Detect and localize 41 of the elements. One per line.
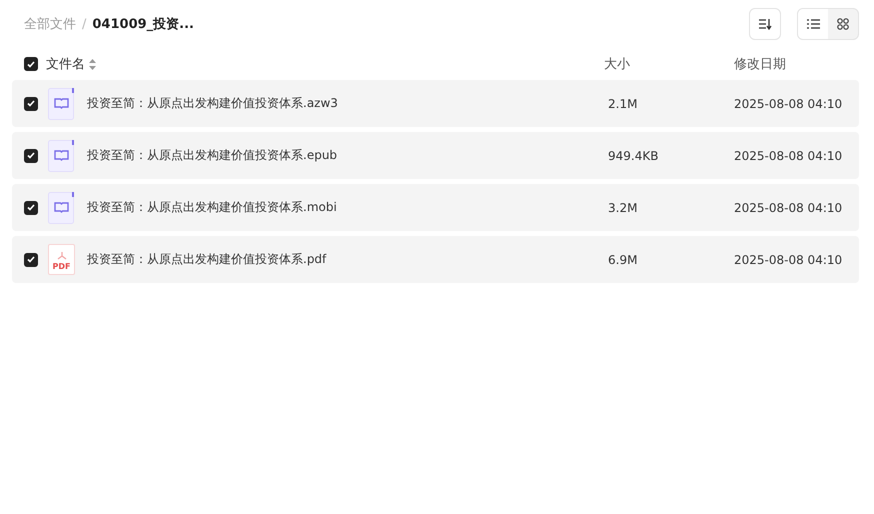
check-icon	[27, 100, 35, 107]
row-checkbox[interactable]	[24, 96, 38, 110]
list-icon	[806, 19, 820, 29]
ebook-file-icon	[48, 88, 75, 120]
file-row[interactable]: PDF 投资至简：从原点出发构建价值投资体系.pdf 6.9M 2025-08-08 04:10	[12, 236, 859, 283]
grid-icon	[837, 18, 849, 30]
list-view-button[interactable]	[798, 9, 828, 39]
modified-date: 2025-08-08 04:10	[734, 252, 844, 266]
file-size: 3.2M	[608, 200, 638, 214]
file-size: 949.4KB	[608, 148, 660, 162]
sort-button[interactable]	[749, 8, 781, 40]
pdf-file-icon: PDF	[48, 244, 75, 275]
column-header[interactable]: 文件名	[46, 55, 85, 73]
modified-date: 2025-08-08 04:10	[734, 96, 844, 110]
sort-icon[interactable]	[89, 58, 96, 70]
row-checkbox[interactable]	[24, 252, 38, 266]
file-row[interactable]: 投资至简：从原点出发构建价值投资体系.azw3 2.1M 2025-08-08 04:10	[12, 80, 859, 127]
check-icon	[27, 152, 35, 159]
file-name[interactable]: 投资至简：从原点出发构建价值投资体系.mobi	[87, 199, 337, 216]
file-row[interactable]: 投资至简：从原点出发构建价值投资体系.epub 949.4KB 2025-08-08 04:10	[12, 132, 859, 179]
check-icon	[27, 204, 35, 211]
file-size: 6.9M	[608, 252, 638, 266]
row-checkbox[interactable]	[24, 200, 38, 214]
file-name[interactable]: 投资至简：从原点出发构建价值投资体系.pdf	[87, 251, 326, 268]
ebook-file-icon	[48, 192, 75, 224]
column-header[interactable]: 修改日期	[730, 55, 859, 73]
file-name[interactable]: 投资至简：从原点出发构建价值投资体系.epub	[87, 147, 338, 164]
breadcrumb-separator: /	[82, 16, 86, 32]
modified-date: 2025-08-08 04:10	[734, 148, 844, 162]
row-checkbox[interactable]	[24, 148, 38, 162]
file-row[interactable]: 投资至简：从原点出发构建价值投资体系.mobi 3.2M 2025-08-08 04:10	[12, 184, 859, 231]
sort-icon	[758, 18, 772, 30]
breadcrumb-item: 041009_投资...	[92, 16, 194, 33]
column-header[interactable]: 大小	[600, 55, 730, 73]
select-all-checkbox[interactable]	[24, 57, 38, 71]
ebook-file-icon	[48, 140, 75, 172]
modified-date: 2025-08-08 04:10	[734, 200, 844, 214]
file-name[interactable]: 投资至简：从原点出发构建价值投资体系.azw3	[87, 95, 338, 112]
check-icon	[27, 60, 35, 68]
check-icon	[27, 256, 35, 263]
file-size: 2.1M	[608, 96, 638, 110]
